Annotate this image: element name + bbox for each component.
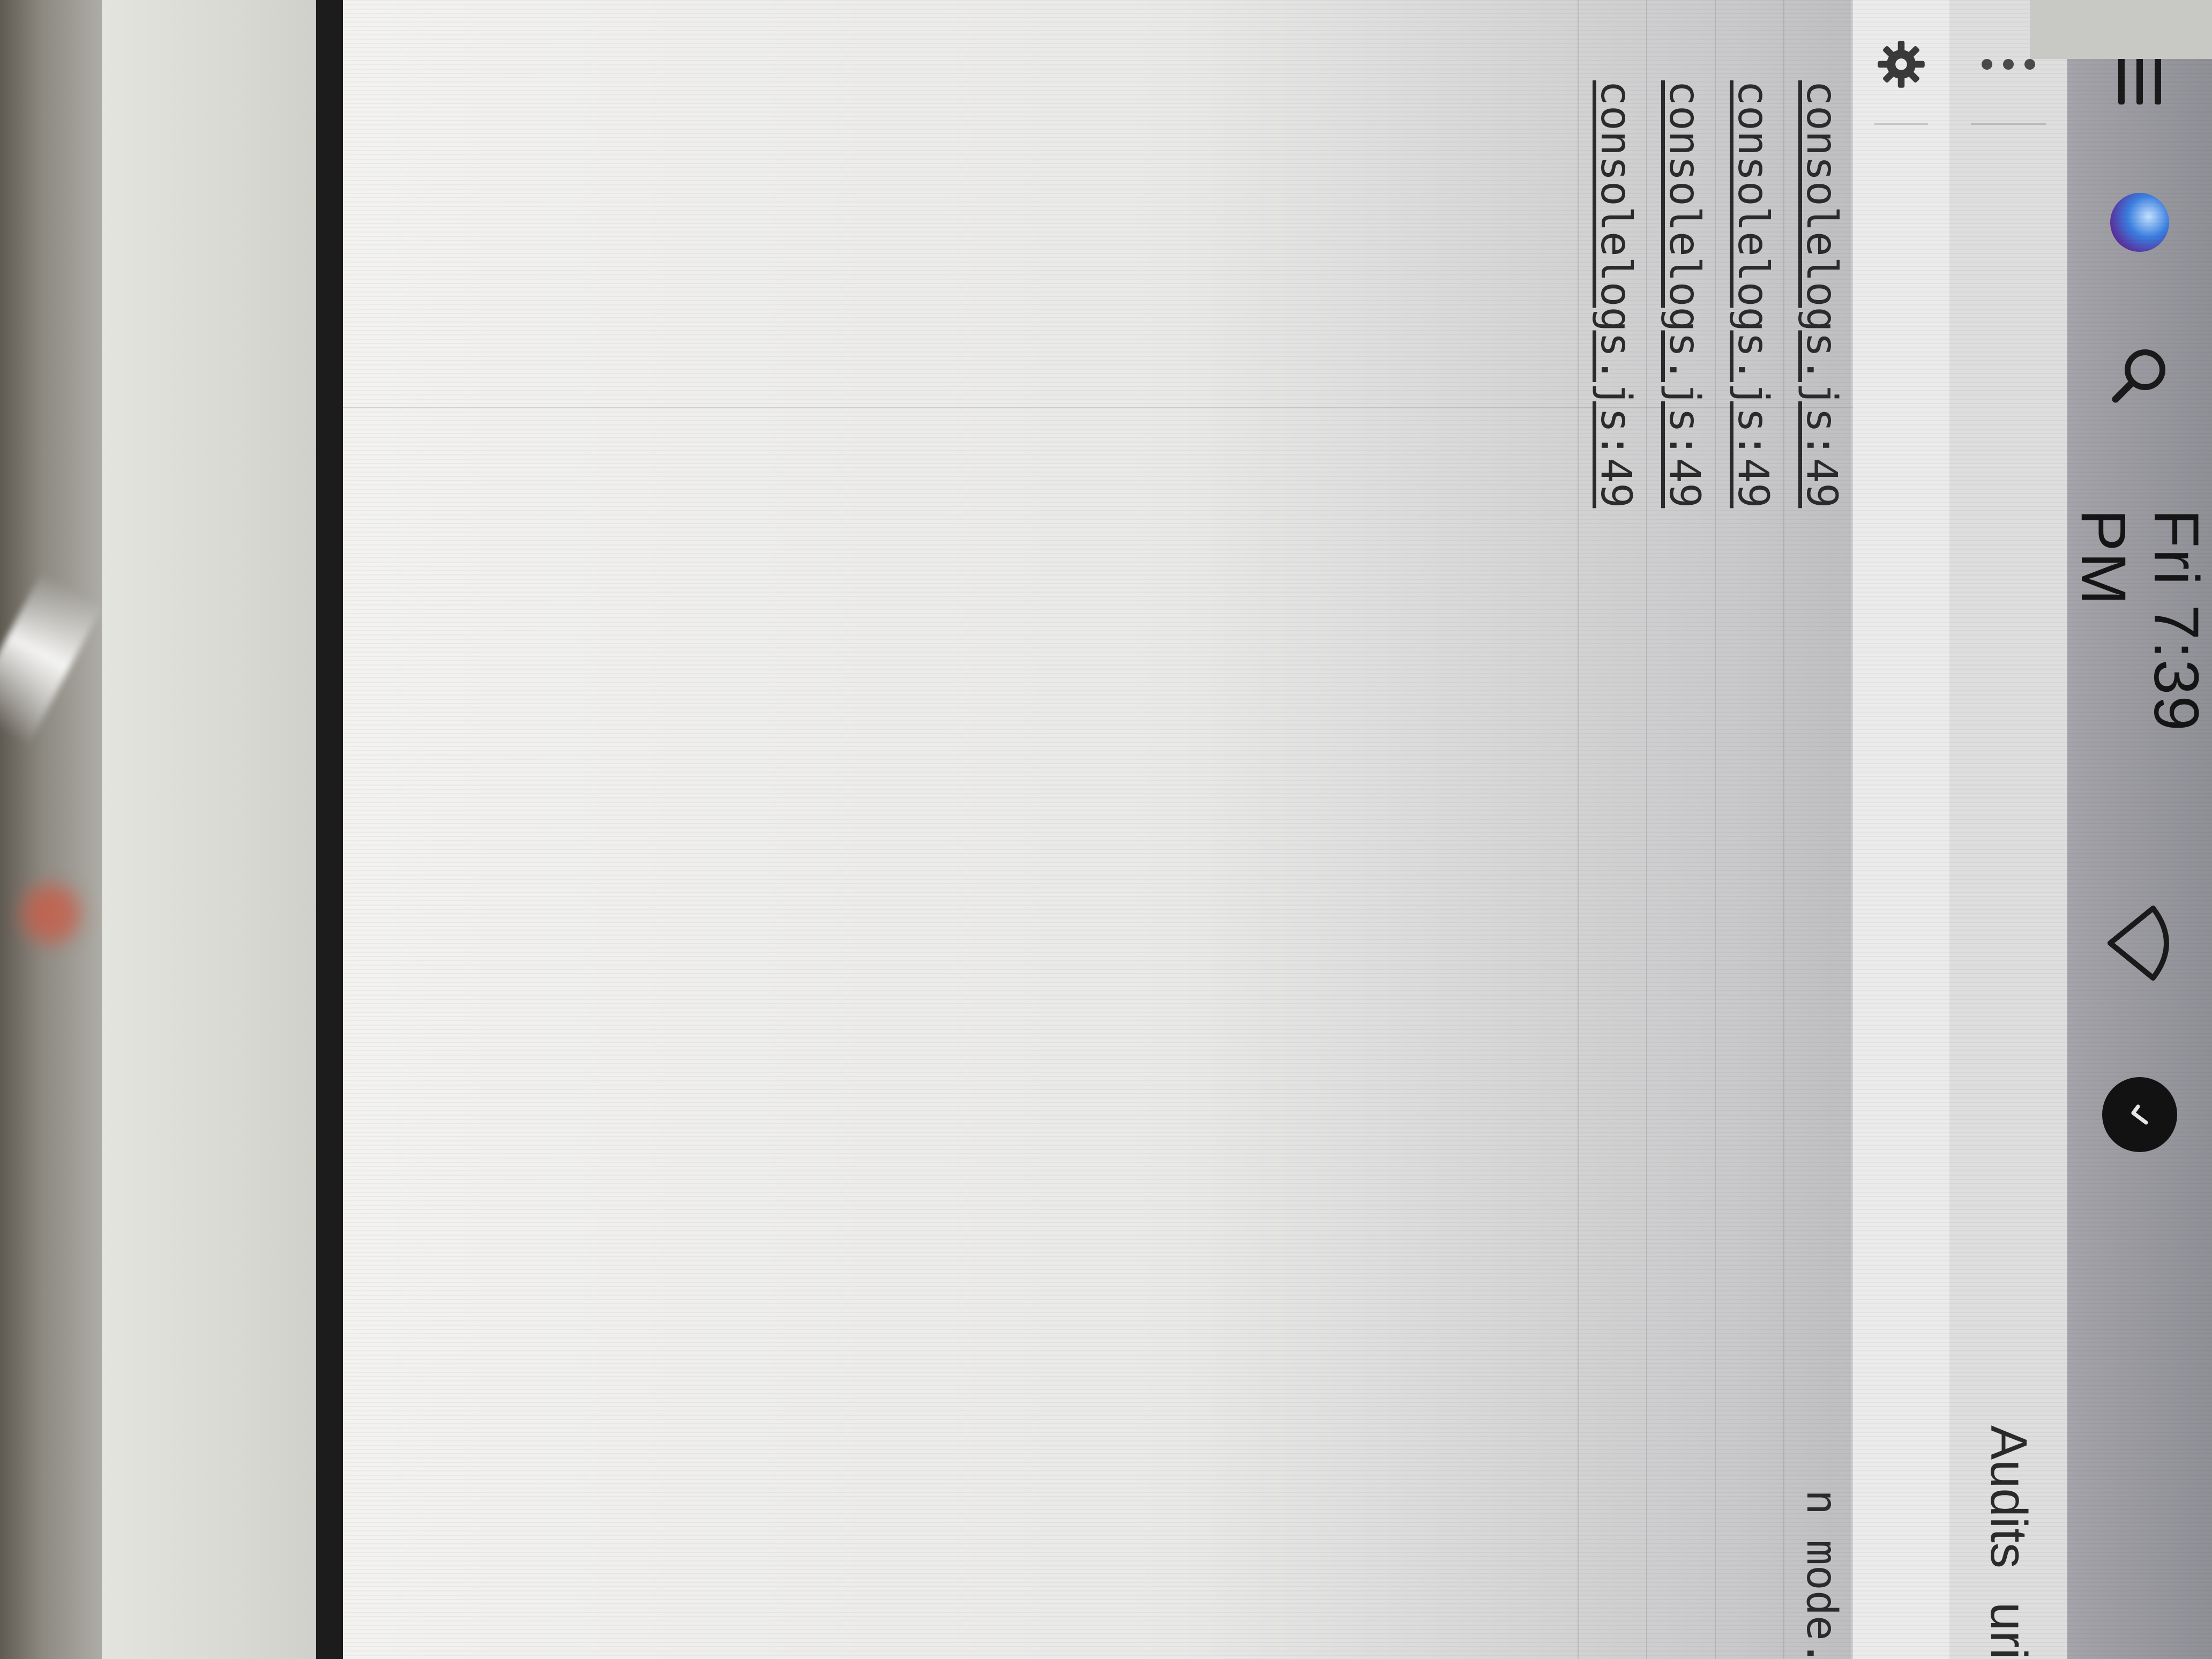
desktop: Fri 7:39 PM Audits urity consolelogs.js:… <box>343 0 2212 1659</box>
console-row: consolelogs.js:49 n mode. <box>1783 0 1853 1659</box>
settings-gear-icon[interactable] <box>1869 27 1933 102</box>
log-source-link[interactable]: consolelogs.js:49 <box>1584 80 1647 508</box>
monitor-corner <box>2030 0 2212 59</box>
spotlight-search-icon[interactable] <box>2089 322 2191 429</box>
devtools-tab-bar: Audits urity <box>1948 0 2067 1659</box>
tab-audits[interactable]: Audits <box>1949 1425 2067 1568</box>
tab-security[interactable]: urity <box>1949 1602 2067 1659</box>
log-source-link[interactable]: consolelogs.js:49 <box>1790 80 1853 508</box>
console-toolbar <box>1851 0 1949 1659</box>
monitor-inner-bezel <box>316 0 343 1659</box>
menu-bar-clock[interactable]: Fri 7:39 PM <box>2068 509 2211 831</box>
light-glare <box>0 572 103 746</box>
log-source-link[interactable]: consolelogs.js:49 <box>1653 80 1716 508</box>
subbar-divider <box>1874 123 1928 125</box>
menu-bar: Fri 7:39 PM <box>2065 0 2212 1659</box>
log-message: n mode. <box>1797 1490 1845 1659</box>
app-status-icon[interactable] <box>2089 1061 2191 1168</box>
log-source-link[interactable]: consolelogs.js:49 <box>1721 80 1784 508</box>
console-row: consolelogs.js:49 <box>1578 0 1647 1659</box>
console-row: consolelogs.js:49 <box>1715 0 1784 1659</box>
wifi-icon[interactable] <box>2089 890 2191 997</box>
console-panel: consolelogs.js:49 n mode. consolelogs.js… <box>343 0 1853 1659</box>
monitor-screen: Fri 7:39 PM Audits urity consolelogs.js:… <box>343 0 2212 1659</box>
console-row: consolelogs.js:49 <box>1646 0 1716 1659</box>
monitor-bezel <box>102 0 327 1659</box>
siri-icon[interactable] <box>2089 177 2191 268</box>
red-sticker <box>21 884 80 943</box>
toolbar-divider <box>1971 123 2046 125</box>
